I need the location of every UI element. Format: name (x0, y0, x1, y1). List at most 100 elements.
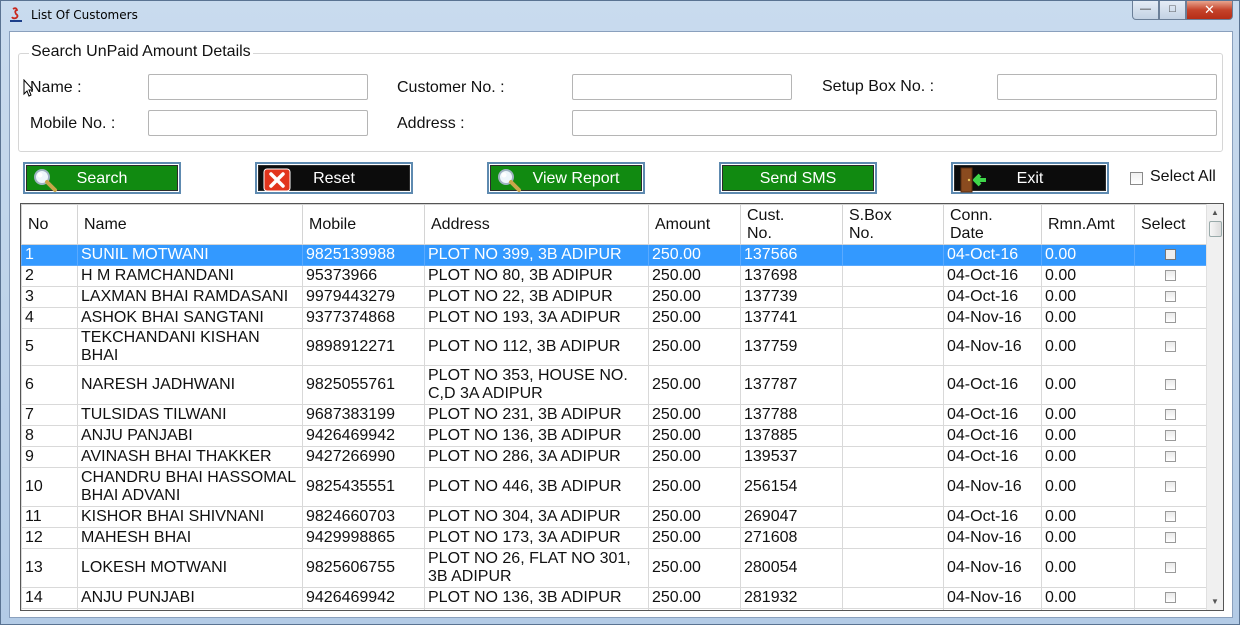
table-row[interactable]: 15SUNIL SURTAMAL (21, 608, 1207, 610)
row-select-checkbox[interactable] (1165, 379, 1176, 391)
table-row[interactable]: 7 TULSIDAS TILWANI 9687383199 PLOT NO 231, … (21, 404, 1207, 426)
cell-conn-date: 04-Oct-16 (943, 506, 1042, 528)
table-header: No Name Mobile Address Amount Cust. No. … (21, 204, 1207, 245)
cell-name: TULSIDAS TILWANI (77, 404, 303, 426)
column-header-select[interactable]: Select (1134, 204, 1207, 245)
cell-address: PLOT NO 136, 3B ADIPUR (424, 425, 649, 447)
table-row[interactable]: 13 LOKESH MOTWANI 9825606755 PLOT NO 26, FL… (21, 548, 1207, 588)
mobile-no-input[interactable] (148, 110, 368, 136)
customers-grid[interactable]: No Name Mobile Address Amount Cust. No. … (20, 203, 1224, 611)
reset-button[interactable]: Reset (255, 162, 413, 194)
setup-box-no-input[interactable] (997, 74, 1217, 100)
table-row[interactable]: 6 NARESH JADHWANI 9825055761 PLOT NO 353, H… (21, 365, 1207, 405)
cell-no: 7 (21, 404, 78, 426)
address-input[interactable] (572, 110, 1217, 136)
cell-address: PLOT NO 26, FLAT NO 301, 3B ADIPUR (424, 548, 649, 588)
column-header-rmn-amt[interactable]: Rmn.Amt (1041, 204, 1135, 245)
row-select-checkbox[interactable] (1165, 562, 1176, 574)
name-label: Name : (30, 79, 82, 96)
row-select-checkbox[interactable] (1165, 291, 1176, 303)
vertical-scrollbar[interactable]: ▲ ▼ (1206, 204, 1223, 610)
cell-name: LOKESH MOTWANI (77, 548, 303, 588)
table-row[interactable]: 5 TEKCHANDANI KISHAN BHAI 9898912271 PLOT N… (21, 328, 1207, 366)
table-row[interactable]: 8 ANJU PANJABI 9426469942 PLOT NO 136, 3B A… (21, 425, 1207, 447)
cell-amount: 250.00 (648, 446, 741, 468)
column-header-amount[interactable]: Amount (648, 204, 741, 245)
cell-no: 11 (21, 506, 78, 528)
title-bar[interactable]: List Of Customers — □ ✕ (1, 1, 1239, 29)
cell-select (1134, 404, 1207, 426)
maximize-button[interactable]: □ (1159, 1, 1186, 20)
row-select-checkbox[interactable] (1165, 409, 1176, 421)
cell-address: PLOT NO 353, HOUSE NO. C,D 3A ADIPUR (424, 365, 649, 405)
row-select-checkbox[interactable] (1165, 532, 1176, 544)
cell-no: 14 (21, 587, 78, 609)
row-select-checkbox[interactable] (1165, 481, 1176, 493)
cell-conn-date: 04-Oct-16 (943, 265, 1042, 287)
cell-no: 4 (21, 307, 78, 329)
column-header-conn-date[interactable]: Conn. Date (943, 204, 1042, 245)
cell-rmn-amt: 0.00 (1041, 328, 1135, 366)
cell-no: 12 (21, 527, 78, 549)
select-all-label: Select All (1150, 168, 1216, 185)
table-row[interactable]: 12 MAHESH BHAI 9429998865 PLOT NO 173, 3A A… (21, 527, 1207, 549)
table-row[interactable]: 11 KISHOR BHAI SHIVNANI 9824660703 PLOT NO … (21, 506, 1207, 528)
scroll-down-arrow-icon[interactable]: ▼ (1207, 593, 1223, 610)
exit-button[interactable]: Exit (951, 162, 1109, 194)
close-button[interactable]: ✕ (1186, 1, 1233, 20)
send-sms-button[interactable]: Send SMS (719, 162, 877, 194)
table-row[interactable]: 10 CHANDRU BHAI HASSOMAL BHAI ADVANI 98254… (21, 467, 1207, 507)
column-header-mobile[interactable]: Mobile (302, 204, 425, 245)
row-select-checkbox[interactable] (1165, 341, 1176, 353)
cell-name: AVINASH BHAI THAKKER (77, 446, 303, 468)
cell-mobile: 9825055761 (302, 365, 425, 405)
row-select-checkbox[interactable] (1165, 430, 1176, 442)
cell-rmn-amt: 0.00 (1041, 527, 1135, 549)
cell-name: H M RAMCHANDANI (77, 265, 303, 287)
scroll-up-arrow-icon[interactable]: ▲ (1207, 204, 1223, 221)
cell-rmn-amt: 0.00 (1041, 446, 1135, 468)
cell-rmn-amt: 0.00 (1041, 244, 1135, 266)
cell-rmn-amt: 0.00 (1041, 506, 1135, 528)
cell-sbox-no (842, 365, 944, 405)
cell-conn-date: 04-Nov-16 (943, 467, 1042, 507)
scroll-thumb[interactable] (1209, 221, 1222, 237)
select-all-box[interactable] (1130, 172, 1143, 185)
table-row[interactable]: 2H M RAMCHANDANI 95373966 PLOT NO 80, 3B A… (21, 265, 1207, 287)
cell-conn-date: 04-Oct-16 (943, 365, 1042, 405)
minimize-button[interactable]: — (1132, 1, 1159, 20)
cell-address: PLOT NO 136, 3B ADIPUR (424, 587, 649, 609)
search-button[interactable]: Search (23, 162, 181, 194)
cell-sbox-no (842, 587, 944, 609)
row-select-checkbox[interactable] (1165, 451, 1176, 463)
table-row[interactable]: 9 AVINASH BHAI THAKKER 9427266990 PLOT NO 2… (21, 446, 1207, 468)
cell-conn-date: 04-Oct-16 (943, 404, 1042, 426)
row-select-checkbox[interactable] (1165, 592, 1176, 604)
cell-amount: 250.00 (648, 328, 741, 366)
row-select-checkbox[interactable] (1165, 312, 1176, 324)
cell-sbox-no (842, 404, 944, 426)
cell-sbox-no (842, 506, 944, 528)
cell-mobile: 9824660703 (302, 506, 425, 528)
cell-conn-date: 04-Oct-16 (943, 446, 1042, 468)
view-report-button-label: View Report (532, 170, 620, 187)
name-input[interactable] (148, 74, 368, 100)
customer-no-input[interactable] (572, 74, 792, 100)
column-header-name[interactable]: Name (77, 204, 303, 245)
column-header-address[interactable]: Address (424, 204, 649, 245)
column-header-sbox-no[interactable]: S.Box No. (842, 204, 944, 245)
cell-amount: 250.00 (648, 307, 741, 329)
row-select-checkbox[interactable] (1165, 249, 1176, 261)
table-row[interactable]: 3 LAXMAN BHAI RAMDASANI 9979443279 PLOT NO … (21, 286, 1207, 308)
view-report-button[interactable]: View Report (487, 162, 645, 194)
column-header-cust-no[interactable]: Cust. No. (740, 204, 843, 245)
cell-no: 8 (21, 425, 78, 447)
column-header-no[interactable]: No (21, 204, 78, 245)
row-select-checkbox[interactable] (1165, 511, 1176, 523)
table-row[interactable]: 1 SUNIL MOTWANI 9825139988 PLOT NO 399, 3B … (21, 244, 1207, 266)
table-row[interactable]: 14 ANJU PUNJABI 9426469942 PLOT NO 136, 3B … (21, 587, 1207, 609)
row-select-checkbox[interactable] (1165, 270, 1176, 282)
cell-select (1134, 587, 1207, 609)
cell-no: 6 (21, 365, 78, 405)
table-row[interactable]: 4 ASHOK BHAI SANGTANI 9377374868 PLOT NO 19… (21, 307, 1207, 329)
